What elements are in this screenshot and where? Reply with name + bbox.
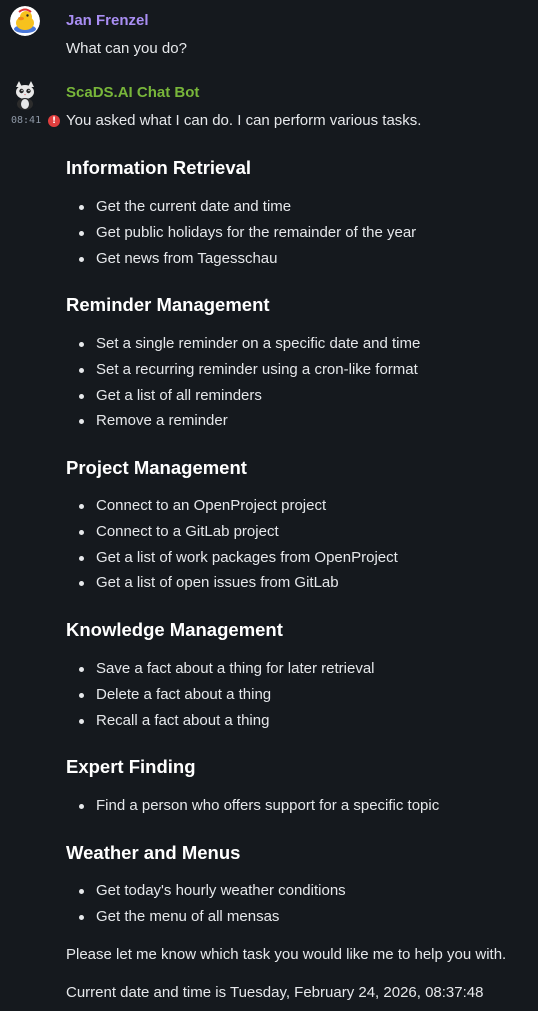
message-closing: Please let me know which task you would …	[66, 946, 507, 963]
list-item: Recall a fact about a thing	[66, 708, 375, 734]
list-item: Connect to a GitLab project	[66, 519, 398, 545]
list-item: Get a list of work packages from OpenPro…	[66, 545, 398, 571]
message-datetime: Current date and time is Tuesday, Februa…	[66, 984, 484, 1001]
section-list: Set a single reminder on a specific date…	[66, 331, 420, 434]
list-item: Set a recurring reminder using a cron-li…	[66, 357, 420, 383]
list-item: Delete a fact about a thing	[66, 682, 375, 708]
section-heading: Reminder Management	[66, 294, 270, 315]
section-list: Connect to an OpenProject project Connec…	[66, 493, 398, 596]
list-item: Get public holidays for the remainder of…	[66, 220, 416, 246]
message-text: What can you do?	[66, 40, 187, 57]
section-heading: Knowledge Management	[66, 619, 283, 640]
list-item: Get the current date and time	[66, 194, 416, 220]
list-item: Remove a reminder	[66, 408, 420, 434]
list-item: Get a list of open issues from GitLab	[66, 570, 398, 596]
sender-name[interactable]: Jan Frenzel	[66, 12, 149, 30]
sender-name[interactable]: ScaDS.AI Chat Bot	[66, 84, 199, 102]
section-heading: Project Management	[66, 457, 247, 478]
section-list: Get today's hourly weather conditions Ge…	[66, 878, 346, 930]
section-heading: Weather and Menus	[66, 842, 241, 863]
list-item: Get the menu of all mensas	[66, 904, 346, 930]
duck-avatar-icon[interactable]	[10, 6, 40, 36]
message-timestamp[interactable]: 08:41	[11, 115, 41, 127]
list-item: Connect to an OpenProject project	[66, 493, 398, 519]
section-heading: Expert Finding	[66, 756, 196, 777]
warning-icon[interactable]: !	[48, 115, 60, 127]
list-item: Find a person who offers support for a s…	[66, 793, 439, 819]
section-list: Find a person who offers support for a s…	[66, 793, 439, 819]
list-item: Save a fact about a thing for later retr…	[66, 656, 375, 682]
list-item: Get a list of all reminders	[66, 383, 420, 409]
section-list: Save a fact about a thing for later retr…	[66, 656, 375, 733]
list-item: Get today's hourly weather conditions	[66, 878, 346, 904]
cat-avatar-icon[interactable]	[10, 80, 40, 110]
message-intro: You asked what I can do. I can perform v…	[66, 112, 422, 129]
list-item: Set a single reminder on a specific date…	[66, 331, 420, 357]
section-list: Get the current date and time Get public…	[66, 194, 416, 271]
list-item: Get news from Tagesschau	[66, 246, 416, 272]
section-heading: Information Retrieval	[66, 157, 252, 178]
